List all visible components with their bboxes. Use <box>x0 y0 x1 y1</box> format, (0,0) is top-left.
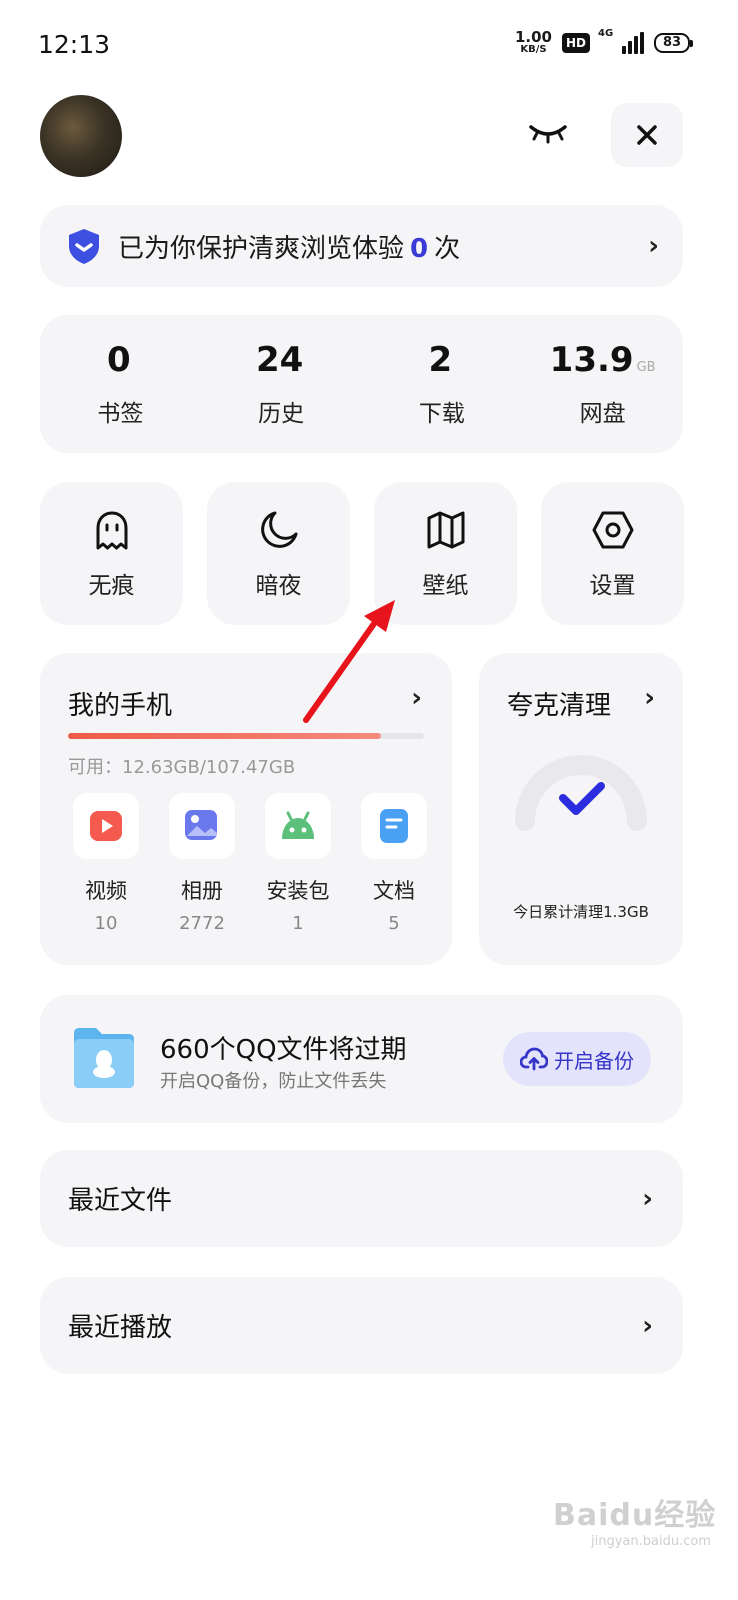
recent-files-label: 最近文件 <box>68 1186 173 1216</box>
stat-value: 0 <box>107 340 131 380</box>
enable-backup-label: 开启备份 <box>554 1048 634 1073</box>
category-name: 视频 <box>85 879 127 903</box>
check-icon <box>559 782 605 815</box>
stats-card: 0 书签 24 历史 2 下载 13.9 GB 网盘 <box>40 315 683 453</box>
tile-label: 设置 <box>589 572 636 599</box>
category-name: 文档 <box>373 879 415 903</box>
cleaner-card[interactable]: 夸克清理 › 今日累计清理1.3GB <box>479 653 683 965</box>
network-speed: 1.00 KB/S <box>515 30 552 55</box>
chevron-right-icon: › <box>642 1183 653 1214</box>
hide-eye-button[interactable] <box>520 112 576 156</box>
stat-value: 13.9 GB <box>549 340 656 380</box>
closed-eye-icon <box>529 125 567 144</box>
shield-icon <box>69 229 99 264</box>
stat-label: 下载 <box>418 401 465 427</box>
close-button[interactable] <box>611 103 683 167</box>
stat-label: 书签 <box>97 401 144 427</box>
stat-history[interactable]: 24 历史 <box>201 315 362 453</box>
protection-count: 0 <box>410 233 429 264</box>
storage-bar-fill <box>68 733 382 739</box>
enable-backup-button[interactable]: 开启备份 <box>503 1032 651 1086</box>
my-phone-card[interactable]: 我的手机 › 可用：12.63GB/107.47GB 视频 10 相册 2772… <box>40 653 452 965</box>
stat-label: 历史 <box>258 401 305 427</box>
avatar[interactable] <box>40 95 122 177</box>
qq-backup-subtitle: 开启QQ备份，防止文件丢失 <box>160 1071 387 1092</box>
tile-wallpaper[interactable]: 壁纸 <box>374 482 517 625</box>
tile-dark-mode[interactable]: 暗夜 <box>207 482 350 625</box>
document-icon <box>380 809 408 843</box>
chevron-right-icon: › <box>648 231 659 261</box>
category-name: 相册 <box>181 879 223 903</box>
tile-incognito[interactable]: 无痕 <box>40 482 183 625</box>
network-speed-value: 1.00 <box>514 28 552 46</box>
network-speed-unit: KB/S <box>520 44 547 55</box>
stat-value: 24 <box>255 340 304 380</box>
android-icon <box>282 811 314 839</box>
category-count: 5 <box>388 913 400 934</box>
storage-text: 可用：12.63GB/107.47GB <box>68 757 296 778</box>
signal-label: 4G <box>598 27 614 39</box>
category-count: 2772 <box>179 913 225 934</box>
my-phone-title: 我的手机 <box>68 691 173 721</box>
recent-files-row[interactable]: 最近文件 › <box>40 1150 683 1247</box>
stat-cloud-drive[interactable]: 13.9 GB 网盘 <box>522 315 683 453</box>
chevron-right-icon: › <box>642 1310 653 1341</box>
stat-downloads[interactable]: 2 下载 <box>362 315 523 453</box>
ghost-icon <box>96 511 127 549</box>
qq-backup-card[interactable]: 660个QQ文件将过期 开启QQ备份，防止文件丢失 开启备份 <box>40 995 683 1123</box>
album-icon <box>185 810 217 840</box>
baidu-watermark-url: jingyan.baidu.com <box>591 1534 711 1549</box>
close-icon <box>637 125 657 145</box>
wallpaper-icon <box>427 511 464 548</box>
settings-hexagon-icon <box>592 511 633 548</box>
qq-backup-title: 660个QQ文件将过期 <box>160 1035 407 1065</box>
status-bar: 12:13 1.00 KB/S HD 4G 83 <box>0 0 738 90</box>
cleaner-title: 夸克清理 <box>507 691 612 721</box>
clean-gauge <box>515 755 647 831</box>
qq-folder-icon <box>74 1028 134 1088</box>
category-name: 安装包 <box>266 879 330 903</box>
protection-banner[interactable]: 已为你保护清爽浏览体验 0 次 › <box>40 205 683 287</box>
moon-icon <box>260 511 297 548</box>
stat-value: 2 <box>428 340 453 380</box>
battery-icon: 83 <box>654 32 693 53</box>
file-category-list: 视频 10 相册 2772 安装包 1 文档 5 <box>58 793 442 934</box>
tile-label: 无痕 <box>88 572 135 599</box>
stat-label: 网盘 <box>579 401 626 427</box>
recent-play-row[interactable]: 最近播放 › <box>40 1277 683 1374</box>
status-icons: 1.00 KB/S HD 4G 83 <box>515 28 693 55</box>
category-album[interactable]: 相册 2772 <box>154 793 250 934</box>
tile-label: 暗夜 <box>255 572 302 599</box>
category-apk[interactable]: 安装包 1 <box>250 793 346 934</box>
status-time: 12:13 <box>38 30 111 59</box>
chevron-right-icon: › <box>644 683 655 713</box>
protection-text: 已为你保护清爽浏览体验 0 次 <box>118 228 648 265</box>
chevron-right-icon: › <box>411 683 422 713</box>
hd-icon: HD <box>561 32 590 53</box>
storage-bar <box>68 733 424 739</box>
battery-level: 83 <box>662 35 682 50</box>
cleaner-subtitle: 今日累计清理1.3GB <box>513 903 649 921</box>
category-count: 1 <box>292 913 304 934</box>
video-icon <box>90 811 122 841</box>
protection-text-suffix: 次 <box>434 233 461 264</box>
stat-bookmarks[interactable]: 0 书签 <box>40 315 201 453</box>
category-video[interactable]: 视频 10 <box>58 793 154 934</box>
category-count: 10 <box>94 913 118 934</box>
tile-label: 壁纸 <box>422 572 469 599</box>
protection-text-prefix: 已为你保护清爽浏览体验 <box>118 233 405 264</box>
baidu-watermark-logo: Baidu经验 <box>553 1498 717 1533</box>
category-document[interactable]: 文档 5 <box>346 793 442 934</box>
tile-settings[interactable]: 设置 <box>541 482 684 625</box>
signal-icon: 4G <box>598 28 644 54</box>
recent-play-label: 最近播放 <box>68 1313 173 1343</box>
cloud-upload-icon <box>520 1047 548 1071</box>
